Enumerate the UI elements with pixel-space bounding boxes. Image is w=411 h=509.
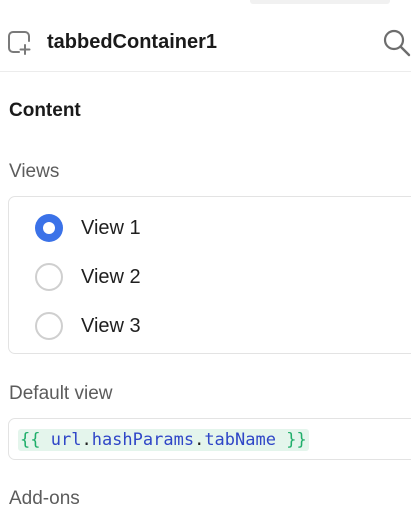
- expr-space: [276, 430, 286, 450]
- default-view-label: Default view: [9, 383, 113, 404]
- inspector-panel: tabbedContainer1 Content Views View 1 Vi…: [0, 0, 411, 509]
- expr-dot: .: [81, 430, 92, 450]
- default-view-input[interactable]: {{ url.hashParams.tabName }}: [8, 418, 411, 460]
- inspector-header: tabbedContainer1: [0, 0, 411, 72]
- view-option-label: View 1: [81, 217, 141, 239]
- radio-unselected[interactable]: [35, 312, 63, 340]
- component-name[interactable]: tabbedContainer1: [47, 31, 217, 53]
- expr-property: tabName: [204, 430, 276, 450]
- expr-close-brace: }}: [286, 430, 307, 450]
- header-top-edge: [250, 0, 390, 4]
- view-option-3[interactable]: View 3: [35, 311, 335, 341]
- expr-object: url: [50, 430, 82, 450]
- expr-space: [40, 430, 50, 450]
- search-icon[interactable]: [382, 28, 411, 57]
- views-radio-group: View 1 View 2 View 3: [8, 196, 411, 354]
- views-label: Views: [9, 161, 60, 182]
- view-option-label: View 3: [81, 315, 141, 337]
- addons-label[interactable]: Add-ons: [9, 488, 80, 509]
- view-option-label: View 2: [81, 266, 141, 288]
- radio-selected[interactable]: [35, 214, 63, 242]
- expr-open-brace: {{: [20, 430, 41, 450]
- template-expression: {{ url.hashParams.tabName }}: [18, 429, 309, 451]
- container-add-icon: [8, 31, 31, 55]
- view-option-2[interactable]: View 2: [35, 262, 335, 292]
- view-option-1[interactable]: View 1: [35, 213, 335, 243]
- expr-dot: .: [194, 430, 205, 450]
- radio-unselected[interactable]: [35, 263, 63, 291]
- expr-property: hashParams: [91, 430, 195, 450]
- section-title-content[interactable]: Content: [9, 100, 81, 122]
